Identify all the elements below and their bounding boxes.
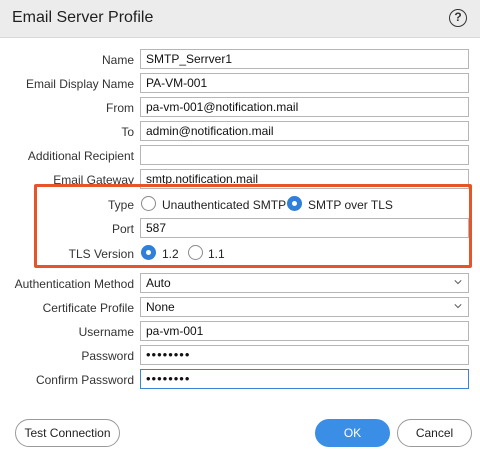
from-input[interactable]: pa-vm-001@notification.mail <box>140 97 469 117</box>
dialog-header: Email Server Profile ? <box>0 0 480 38</box>
additional-recipient-input[interactable] <box>140 145 469 165</box>
name-input[interactable]: SMTP_Serrver1 <box>140 49 469 69</box>
password-label: Password <box>81 349 134 363</box>
display-name-label: Email Display Name <box>25 77 134 91</box>
dialog-title: Email Server Profile <box>12 9 154 26</box>
to-input[interactable]: admin@notification.mail <box>140 121 469 141</box>
display-name-input[interactable]: PA-VM-001 <box>140 73 469 93</box>
additional-recipient-label: Additional Recipient <box>27 149 134 163</box>
help-icon[interactable]: ? <box>449 9 467 27</box>
username-label: Username <box>78 325 134 339</box>
auth-method-label: Authentication Method <box>14 277 134 291</box>
cert-profile-value: None <box>146 300 175 314</box>
confirm-password-label: Confirm Password <box>35 373 134 387</box>
password-row: Password •••••••• <box>0 345 480 367</box>
additional-recipient-row: Additional Recipient <box>0 145 480 167</box>
from-label: From <box>106 101 134 115</box>
ok-button[interactable]: OK <box>315 419 390 447</box>
password-input[interactable]: •••••••• <box>140 345 469 365</box>
cert-profile-select[interactable]: None <box>140 297 469 317</box>
to-row: To admin@notification.mail <box>0 121 480 143</box>
username-input[interactable]: pa-vm-001 <box>140 321 469 341</box>
chevron-down-icon <box>454 280 462 285</box>
from-row: From pa-vm-001@notification.mail <box>0 97 480 119</box>
auth-method-select[interactable]: Auto <box>140 273 469 293</box>
to-label: To <box>121 125 134 139</box>
confirm-password-input[interactable]: •••••••• <box>140 369 469 389</box>
test-connection-button[interactable]: Test Connection <box>15 419 120 447</box>
cancel-button[interactable]: Cancel <box>397 419 472 447</box>
cert-profile-label: Certificate Profile <box>42 301 134 315</box>
auth-method-value: Auto <box>146 276 171 290</box>
auth-method-row: Authentication Method Auto <box>0 273 480 295</box>
display-name-row: Email Display Name PA-VM-001 <box>0 73 480 95</box>
name-row: Name SMTP_Serrver1 <box>0 49 480 71</box>
cert-profile-row: Certificate Profile None <box>0 297 480 319</box>
confirm-password-row: Confirm Password •••••••• <box>0 369 480 391</box>
name-label: Name <box>101 53 134 67</box>
chevron-down-icon <box>454 304 462 309</box>
highlight-box <box>34 184 472 268</box>
username-row: Username pa-vm-001 <box>0 321 480 343</box>
